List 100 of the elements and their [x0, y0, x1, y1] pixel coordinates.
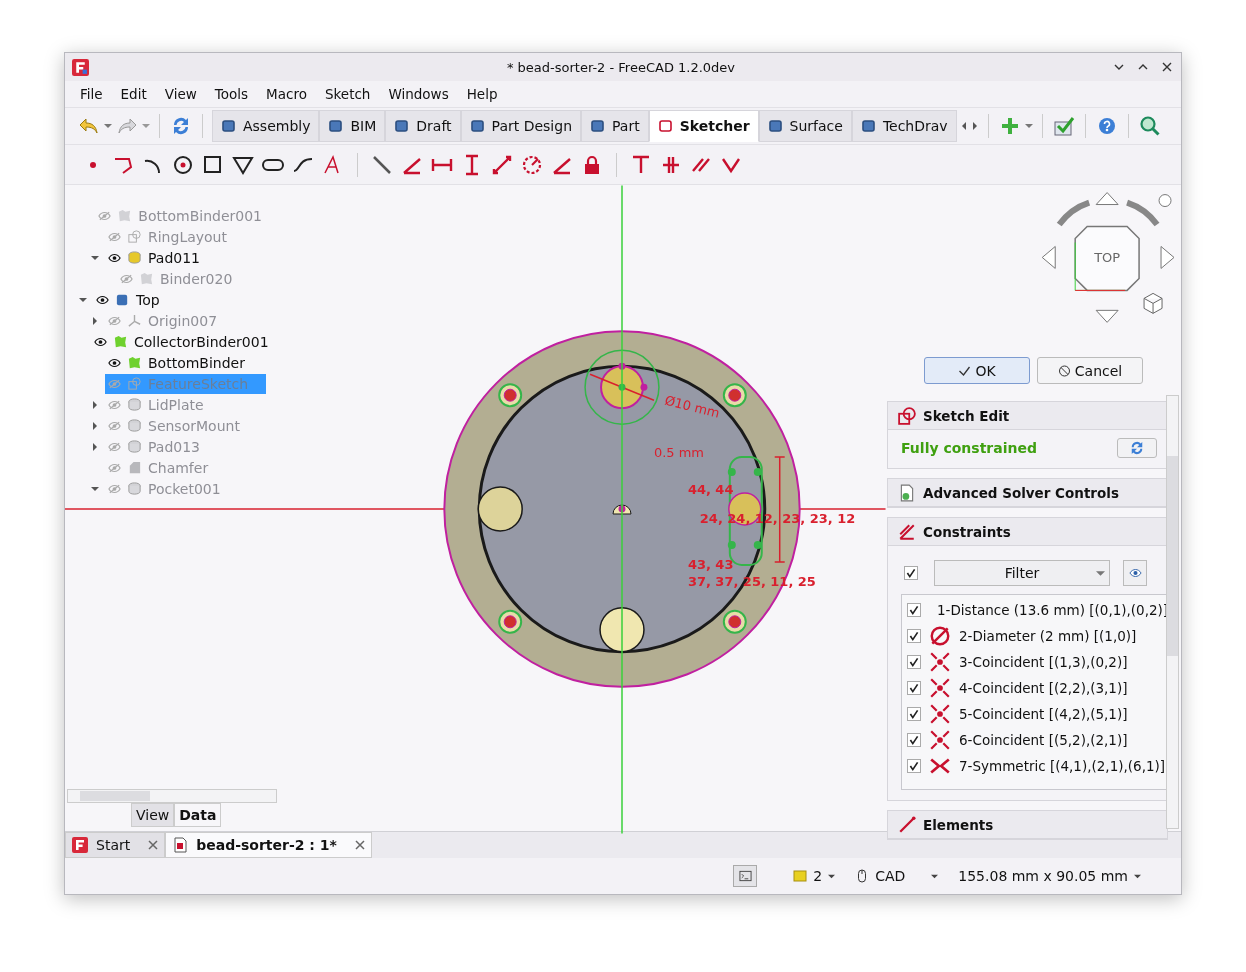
cube-icon	[767, 118, 784, 134]
caret-icon[interactable]	[1024, 122, 1033, 130]
document-tab[interactable]: bead-sorter-2 : 1*	[165, 832, 372, 858]
coincident-icon	[929, 651, 951, 673]
collapsed-arrow-icon[interactable]	[91, 421, 99, 430]
tree-item[interactable]: Pad011	[105, 247, 218, 268]
constraint-item[interactable]: 6-Coincident [(5,2),(2,1)]	[902, 727, 1166, 753]
eye-icon[interactable]	[96, 294, 109, 305]
document-tab[interactable]: Start	[65, 832, 166, 858]
cube-face-label[interactable]: TOP	[1094, 250, 1121, 266]
tree-item[interactable]: Top	[93, 289, 178, 310]
cancel-icon	[1057, 364, 1071, 377]
checkbox[interactable]	[907, 681, 921, 695]
update-button[interactable]	[1117, 438, 1157, 458]
view-dimensions: 155.08 mm x 90.05 mm	[958, 868, 1128, 884]
caret-icon[interactable]	[104, 122, 112, 130]
workbench-tab[interactable]: Part	[581, 110, 649, 142]
property-tab[interactable]: View	[131, 803, 175, 827]
sketch-icon	[657, 118, 674, 134]
section-header[interactable]: Advanced Solver Controls	[888, 479, 1167, 507]
menu-item[interactable]: File	[73, 86, 110, 102]
zoom-icon[interactable]	[1137, 114, 1162, 138]
constraint-item[interactable]: 7-Symmetric [(4,1),(2,1),(6,1)]	[902, 753, 1166, 779]
workbench-tab[interactable]: Surface	[758, 110, 852, 142]
coincident-icon	[929, 703, 951, 725]
coincident-icon	[929, 729, 951, 751]
visibility-button[interactable]	[1123, 560, 1147, 586]
menu-item[interactable]: View	[157, 86, 204, 102]
close-icon[interactable]	[354, 840, 365, 850]
expanded-arrow-icon[interactable]	[79, 295, 87, 304]
sketch-icon	[127, 376, 142, 391]
caret-icon[interactable]	[931, 872, 939, 880]
checkmark-icon[interactable]	[1051, 114, 1076, 138]
checkbox[interactable]	[907, 707, 921, 721]
menu-item[interactable]: Edit	[113, 86, 154, 102]
checkbox[interactable]	[907, 655, 921, 669]
origin-icon	[127, 313, 142, 328]
sketch-icon	[898, 406, 916, 425]
vertical-scrollbar[interactable]	[1166, 395, 1179, 829]
constraint-item[interactable]: 4-Coincident [(2,2),(3,1)]	[902, 675, 1166, 701]
section-header[interactable]: Constraints	[888, 518, 1167, 546]
workbench-tab[interactable]: TechDrav	[851, 110, 957, 142]
section-header[interactable]: Sketch Edit	[888, 402, 1167, 430]
property-tab[interactable]: Data	[174, 803, 222, 827]
constraint-label: 43, 43	[687, 556, 734, 572]
collapsed-arrow-icon[interactable]	[91, 442, 99, 451]
workbench-tab[interactable]: Draft	[385, 110, 461, 142]
constraint-item[interactable]: 1-Distance (13.6 mm) [(0,1),(0,2)]	[902, 597, 1166, 623]
section-header[interactable]: Elements	[888, 811, 1167, 839]
document-icon	[172, 837, 189, 853]
pad-icon	[127, 418, 142, 433]
eye-icon[interactable]	[94, 336, 107, 347]
collapsed-arrow-icon[interactable]	[91, 400, 99, 409]
checkbox[interactable]	[904, 566, 918, 580]
menu-item[interactable]: Windows	[381, 86, 456, 102]
menu-item[interactable]: Macro	[259, 86, 314, 102]
close-icon[interactable]	[1161, 61, 1173, 73]
caret-icon[interactable]	[1096, 568, 1105, 578]
checkbox[interactable]	[907, 603, 921, 617]
menu-item[interactable]: Sketch	[317, 86, 378, 102]
tree-item[interactable]: BottomBinder	[105, 352, 263, 373]
cube-icon	[328, 118, 345, 134]
workbench-tab[interactable]: Sketcher	[648, 110, 759, 142]
menu-item[interactable]: Help	[459, 86, 505, 102]
horizontal-scrollbar[interactable]	[67, 789, 277, 803]
checkbox[interactable]	[907, 733, 921, 747]
cube-icon	[394, 118, 411, 134]
cube-icon	[590, 118, 607, 134]
caret-icon[interactable]	[828, 872, 836, 880]
app-logo-icon	[72, 837, 88, 853]
checkmark-icon	[958, 364, 972, 377]
ok-button[interactable]: OK	[924, 357, 1030, 384]
checkbox[interactable]	[907, 759, 921, 773]
collapsed-arrow-icon[interactable]	[91, 316, 99, 325]
workbench-tab[interactable]: Part Design	[460, 110, 582, 142]
layer-count[interactable]: 2	[813, 868, 823, 884]
navigation-style[interactable]: CAD	[875, 868, 906, 884]
caret-icon[interactable]	[1134, 872, 1141, 880]
workbench-tab[interactable]: BIM	[319, 110, 386, 142]
filter-dropdown[interactable]: Filter	[934, 560, 1110, 586]
cancel-button[interactable]: Cancel	[1037, 357, 1143, 384]
dimension-label: Ø10 mm	[663, 392, 722, 421]
cube-icon	[860, 118, 877, 134]
eye-icon[interactable]	[108, 357, 121, 368]
constraint-item[interactable]: 5-Coincident [(4,2),(5,1)]	[902, 701, 1166, 727]
scroll-right-icon[interactable]	[970, 122, 979, 130]
workbench-tab[interactable]: Assembly	[212, 110, 320, 142]
eye-icon[interactable]	[108, 252, 121, 263]
solver-status: Fully constrained	[901, 440, 1037, 456]
constraint-item[interactable]: 2-Diameter (2 mm) [(1,0)]	[902, 623, 1166, 649]
checkbox[interactable]	[907, 629, 921, 643]
constraint-item[interactable]: 3-Coincident [(1,3),(0,2)]	[902, 649, 1166, 675]
menu-item[interactable]: Tools	[207, 86, 256, 102]
expanded-arrow-icon[interactable]	[91, 484, 99, 493]
terminal-button[interactable]	[733, 865, 758, 887]
constraint-icon	[898, 522, 916, 541]
expanded-arrow-icon[interactable]	[91, 253, 99, 262]
diameter-icon	[929, 625, 951, 647]
tree-item[interactable]: CollectorBinder001	[91, 331, 287, 352]
navigation-cube-drawing[interactable]	[1041, 192, 1175, 323]
